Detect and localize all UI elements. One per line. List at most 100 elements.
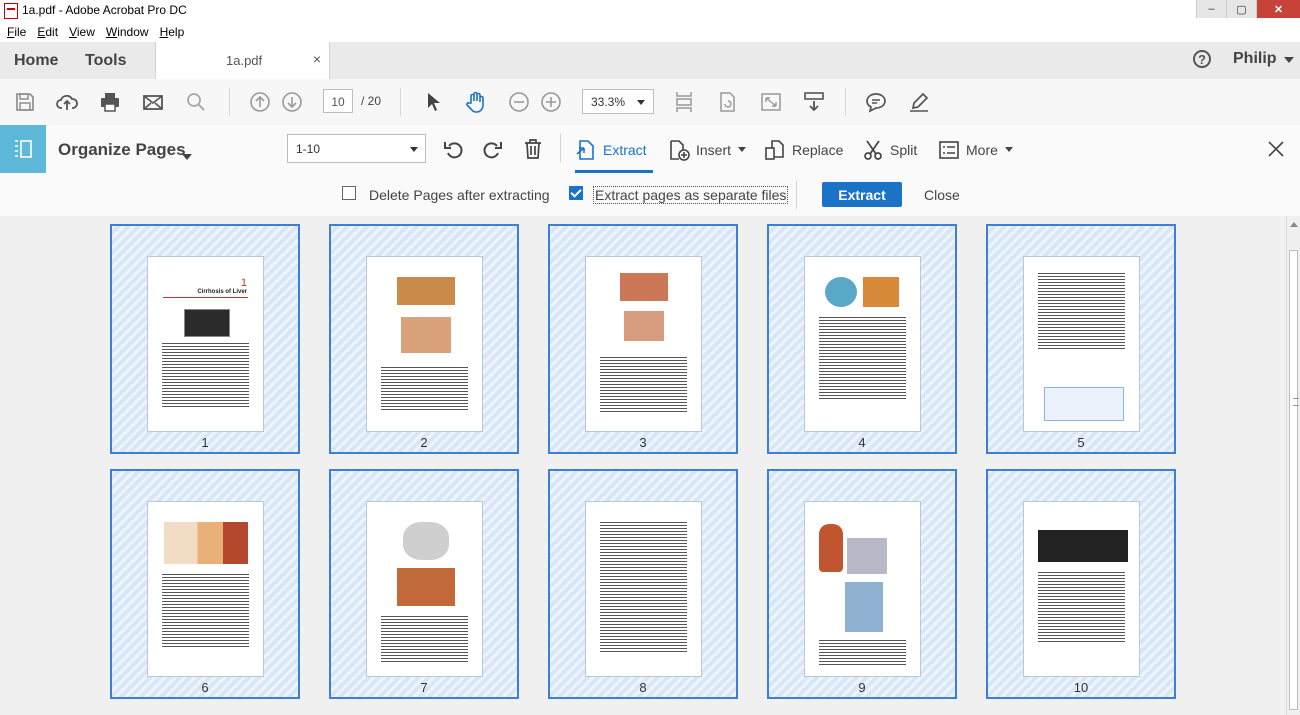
tab-document[interactable]: 1a.pdf × xyxy=(155,42,330,80)
page-fit-icon[interactable] xyxy=(673,91,695,113)
email-icon[interactable] xyxy=(142,91,164,113)
insert-tool-label: Insert xyxy=(696,142,732,158)
separate-files-label[interactable]: Extract pages as separate files xyxy=(592,186,789,204)
hand-tool-icon[interactable] xyxy=(465,91,487,113)
tab-bar: Home Tools 1a.pdf × xyxy=(0,42,1300,80)
page-thumbnail[interactable]: 3 xyxy=(548,224,738,454)
menu-window[interactable]: Window xyxy=(106,25,149,39)
rotate-right-icon[interactable] xyxy=(481,138,503,160)
toolbar-separator xyxy=(229,88,230,116)
save-icon[interactable] xyxy=(14,91,36,113)
chevron-down-icon[interactable] xyxy=(182,147,192,165)
zoom-select[interactable]: 33.3% xyxy=(582,89,654,114)
page-preview xyxy=(366,501,483,677)
tissue-image xyxy=(847,538,887,574)
split-tool-button[interactable]: Split xyxy=(862,138,917,162)
page-number-input[interactable]: 10 xyxy=(323,89,353,113)
print-icon[interactable] xyxy=(99,91,121,113)
more-tool-button[interactable]: More xyxy=(938,138,1014,162)
window-controls: – ▢ ✕ xyxy=(1196,0,1300,18)
text-lines xyxy=(819,640,906,667)
page-thumbnail[interactable]: 10 xyxy=(986,469,1176,699)
text-lines xyxy=(1038,572,1125,644)
anatomy-image xyxy=(397,568,455,606)
chevron-down-icon xyxy=(738,147,747,152)
chevron-down-icon[interactable] xyxy=(1284,57,1294,63)
rotate-page-icon[interactable] xyxy=(716,91,738,113)
toolbar-separator xyxy=(845,88,846,116)
chevron-down-icon xyxy=(637,100,645,105)
replace-page-icon xyxy=(765,140,784,160)
menu-help[interactable]: Help xyxy=(160,25,185,39)
tab-tools[interactable]: Tools xyxy=(85,42,126,79)
page-number: 2 xyxy=(420,435,428,450)
text-lines xyxy=(600,522,687,654)
page-thumbnail[interactable]: 8 xyxy=(548,469,738,699)
grip-icon xyxy=(1293,398,1299,406)
comment-icon[interactable] xyxy=(865,91,887,113)
text-lines xyxy=(1038,273,1125,351)
scan-image xyxy=(825,277,857,307)
diagram-image xyxy=(620,273,668,301)
page-thumbnail[interactable]: 2 xyxy=(329,224,519,454)
insert-tool-button[interactable]: Insert xyxy=(668,138,747,162)
replace-tool-button[interactable]: Replace xyxy=(764,138,843,162)
maximize-button[interactable]: ▢ xyxy=(1226,0,1256,18)
toolbar-separator xyxy=(560,134,561,162)
close-organize-icon[interactable] xyxy=(1266,139,1286,159)
zoom-in-icon[interactable] xyxy=(540,91,562,113)
page-preview xyxy=(366,256,483,432)
zoom-out-icon[interactable] xyxy=(508,91,530,113)
extract-tool-button[interactable]: Extract xyxy=(575,138,647,162)
separate-files-checkbox[interactable] xyxy=(569,186,583,200)
menu-view[interactable]: View xyxy=(69,25,95,39)
acrobat-pdf-icon xyxy=(4,3,18,19)
close-window-button[interactable]: ✕ xyxy=(1256,0,1300,18)
previous-page-icon[interactable] xyxy=(249,91,271,113)
window-title: 1a.pdf - Adobe Acrobat Pro DC xyxy=(22,3,187,17)
cloud-upload-icon[interactable] xyxy=(56,91,78,113)
stages-image xyxy=(164,522,248,564)
search-icon[interactable] xyxy=(185,91,207,113)
scrollbar-thumb[interactable] xyxy=(1289,250,1299,710)
help-icon[interactable]: ? xyxy=(1193,50,1211,68)
user-menu[interactable]: Philip xyxy=(1233,50,1277,68)
full-screen-icon[interactable] xyxy=(760,91,782,113)
minimize-button[interactable]: – xyxy=(1196,0,1226,18)
page-preview xyxy=(585,256,702,432)
page-thumbnail[interactable]: 9 xyxy=(767,469,957,699)
page-thumbnail[interactable]: 1 Cirrhosis of Liver 1 xyxy=(110,224,300,454)
page-preview xyxy=(1023,256,1140,432)
highlight-pen-icon[interactable] xyxy=(908,91,930,113)
title-bar: 1a.pdf - Adobe Acrobat Pro DC – ▢ ✕ xyxy=(0,0,1300,23)
page-thumbnail[interactable]: 4 xyxy=(767,224,957,454)
next-page-icon[interactable] xyxy=(281,91,303,113)
page-number: 1 xyxy=(201,435,209,450)
delete-pages-checkbox[interactable] xyxy=(342,186,356,200)
vertical-scrollbar[interactable] xyxy=(1286,216,1300,715)
scroll-mode-icon[interactable] xyxy=(803,91,825,113)
extract-button[interactable]: Extract xyxy=(822,182,902,207)
select-cursor-icon[interactable] xyxy=(423,91,445,113)
close-button[interactable]: Close xyxy=(924,187,960,203)
menu-file[interactable]: File xyxy=(7,25,26,39)
page-range-value: 1-10 xyxy=(296,142,321,156)
page-thumbnail[interactable]: 5 xyxy=(986,224,1176,454)
extract-icon xyxy=(576,140,594,160)
scroll-up-icon[interactable] xyxy=(1290,222,1298,227)
rotate-left-icon[interactable] xyxy=(443,138,465,160)
page-preview xyxy=(585,501,702,677)
organize-pages-title[interactable]: Organize Pages xyxy=(58,140,186,160)
tab-home[interactable]: Home xyxy=(14,42,58,79)
delete-trash-icon[interactable] xyxy=(522,138,544,160)
page-thumbnail[interactable]: 6 xyxy=(110,469,300,699)
close-tab-icon[interactable]: × xyxy=(313,51,321,67)
page-thumbnail[interactable]: 7 xyxy=(329,469,519,699)
organize-pages-icon[interactable] xyxy=(0,125,46,173)
delete-pages-label[interactable]: Delete Pages after extracting xyxy=(369,187,550,203)
page-number: 9 xyxy=(858,680,866,695)
menu-edit[interactable]: Edit xyxy=(37,25,58,39)
heading-rule xyxy=(163,297,248,298)
page-range-select[interactable]: 1-10 xyxy=(287,134,426,163)
menu-bar: File Edit View Window Help xyxy=(0,22,1300,42)
